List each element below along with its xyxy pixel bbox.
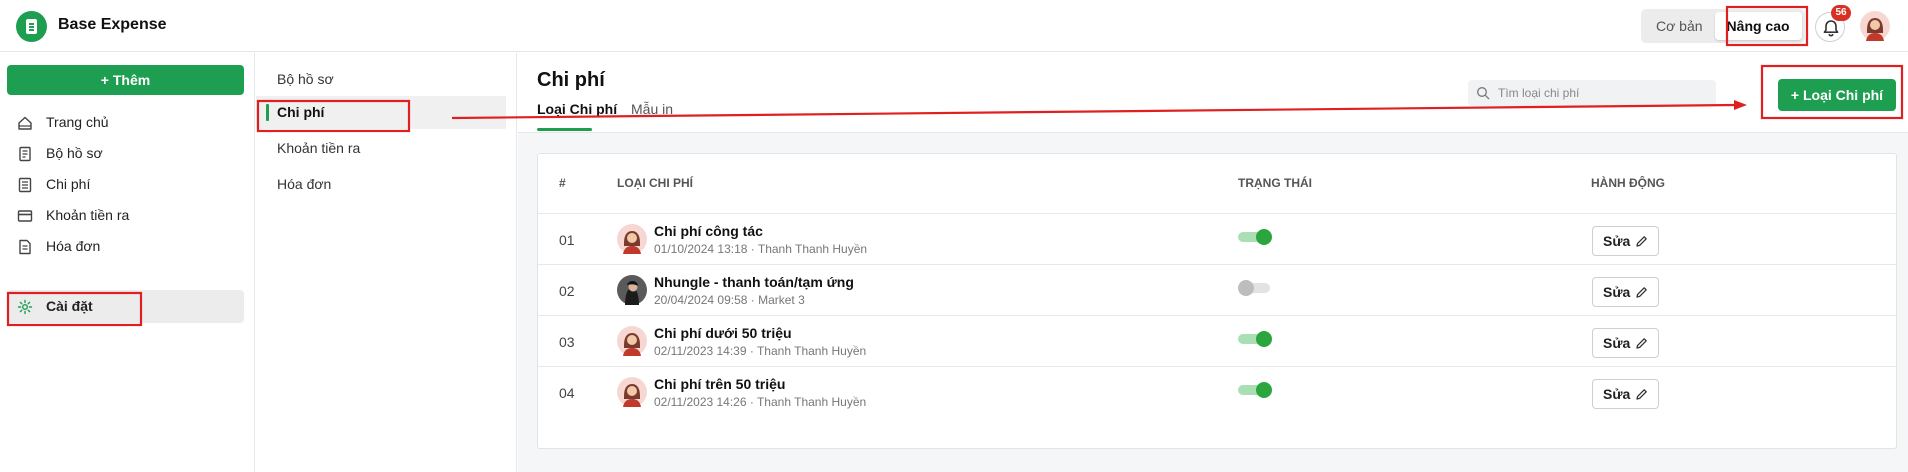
expense-type-name[interactable]: Chi phí công tác	[654, 223, 763, 239]
add-button[interactable]: + Thêm	[7, 65, 244, 95]
sidebar-item-invoices[interactable]: Hóa đơn	[7, 230, 244, 263]
table-row: 01 Chi phí công tác 01/10/2024 13:18 · T…	[538, 213, 1896, 264]
invoice-icon	[19, 239, 31, 255]
submenu-item-expenses[interactable]: Chi phí	[256, 96, 506, 129]
main-header: Chi phí Loại Chi phí Mẫu in + Loại Chi p…	[518, 53, 1908, 133]
edit-button-label: Sửa	[1603, 335, 1631, 351]
expense-type-meta: 02/11/2023 14:26 · Thanh Thanh Huyền	[654, 395, 867, 409]
sidebar-item-settings[interactable]: Cài đặt	[7, 290, 244, 323]
status-toggle[interactable]	[1238, 331, 1272, 347]
tab-print-templates[interactable]: Mẫu in	[631, 101, 673, 117]
sidebar-item-home[interactable]: Trang chủ	[7, 106, 244, 139]
creator-avatar	[617, 224, 647, 254]
column-header-index: #	[559, 176, 566, 190]
creator-avatar	[617, 326, 647, 356]
list-icon	[18, 177, 32, 193]
notification-count-badge: 56	[1831, 5, 1851, 21]
expense-type-meta: 02/11/2023 14:39 · Thanh Thanh Huyền	[654, 344, 867, 358]
sidebar-item-documents[interactable]: Bộ hồ sơ	[7, 137, 244, 170]
table-row: 03 Chi phí dưới 50 triệu 02/11/2023 14:3…	[538, 315, 1896, 366]
column-header-type: Loại chi phí	[617, 176, 694, 190]
gear-icon	[17, 299, 33, 315]
pencil-icon	[1636, 236, 1647, 247]
edit-button[interactable]: Sửa	[1592, 226, 1659, 256]
app-title: Base Expense	[58, 16, 167, 33]
mode-advanced-button[interactable]: Nâng cao	[1714, 12, 1802, 40]
row-index: 02	[559, 283, 575, 299]
active-tab-indicator	[537, 128, 592, 131]
column-header-actions: Hành động	[1591, 176, 1665, 190]
expense-type-meta: 01/10/2024 13:18 · Thanh Thanh Huyền	[654, 242, 868, 256]
sidebar-item-label: Khoản tiền ra	[46, 207, 130, 223]
edit-button[interactable]: Sửa	[1592, 379, 1659, 409]
table-row: 04 Chi phí trên 50 triệu 02/11/2023 14:2…	[538, 366, 1896, 417]
edit-button-label: Sửa	[1603, 386, 1631, 402]
pencil-icon	[1636, 338, 1647, 349]
sidebar-item-label: Cài đặt	[46, 298, 93, 314]
edit-button[interactable]: Sửa	[1592, 328, 1659, 358]
row-index: 03	[559, 334, 575, 350]
expense-type-name[interactable]: Nhungle - thanh toán/tạm ứng	[654, 274, 854, 290]
mode-basic-button[interactable]: Cơ bản	[1644, 12, 1715, 40]
table-row: 02 Nhungle - thanh toán/tạm ứng 20/04/20…	[538, 264, 1896, 315]
status-toggle[interactable]	[1238, 280, 1272, 296]
mode-switch: Cơ bản Nâng cao	[1641, 9, 1805, 43]
expense-type-name[interactable]: Chi phí trên 50 triệu	[654, 376, 785, 392]
edit-button[interactable]: Sửa	[1592, 277, 1659, 307]
sidebar-item-payments[interactable]: Khoản tiền ra	[7, 199, 244, 232]
sidebar-item-label: Chi phí	[46, 176, 91, 192]
pencil-icon	[1636, 389, 1647, 400]
user-avatar[interactable]	[1860, 11, 1890, 41]
edit-button-label: Sửa	[1603, 284, 1631, 300]
submenu-item-payments[interactable]: Khoản tiền ra	[256, 132, 506, 165]
tab-expense-types[interactable]: Loại Chi phí	[537, 101, 617, 117]
submenu-item-documents[interactable]: Bộ hồ sơ	[256, 63, 506, 96]
creator-avatar	[617, 377, 647, 407]
expense-types-table: # Loại chi phí Trạng thái Hành động 01 C…	[537, 153, 1897, 449]
document-icon	[19, 146, 31, 162]
top-bar: Base Expense Cơ bản Nâng cao 56	[0, 0, 1908, 52]
sidebar-item-label: Bộ hồ sơ	[46, 145, 103, 161]
row-index: 01	[559, 232, 575, 248]
search-icon	[1477, 87, 1490, 100]
column-header-status: Trạng thái	[1238, 176, 1312, 190]
pencil-icon	[1636, 287, 1647, 298]
expense-type-name[interactable]: Chi phí dưới 50 triệu	[654, 325, 792, 341]
status-toggle[interactable]	[1238, 382, 1272, 398]
search-input[interactable]	[1498, 80, 1708, 106]
settings-submenu: Bộ hồ sơ Chi phí Khoản tiền ra Hóa đơn	[256, 53, 517, 472]
edit-button-label: Sửa	[1603, 233, 1631, 249]
sidebar-item-label: Hóa đơn	[46, 238, 101, 254]
sidebar-item-label: Trang chủ	[46, 114, 109, 130]
page-title: Chi phí	[537, 69, 605, 91]
search-box	[1468, 80, 1716, 106]
home-icon	[18, 116, 32, 130]
sidebar-item-expenses[interactable]: Chi phí	[7, 168, 244, 201]
app-logo-icon[interactable]	[16, 11, 47, 42]
status-toggle[interactable]	[1238, 229, 1272, 245]
sidebar: + Thêm Trang chủ Bộ hồ sơ Chi phí Khoản …	[0, 53, 255, 472]
card-icon	[17, 210, 33, 222]
creator-avatar	[617, 275, 647, 305]
row-index: 04	[559, 385, 575, 401]
create-expense-type-button[interactable]: + Loại Chi phí	[1778, 79, 1896, 111]
main-content: Chi phí Loại Chi phí Mẫu in + Loại Chi p…	[518, 53, 1908, 472]
expense-type-meta: 20/04/2024 09:58 · Market 3	[654, 293, 805, 307]
submenu-item-invoices[interactable]: Hóa đơn	[256, 168, 506, 201]
